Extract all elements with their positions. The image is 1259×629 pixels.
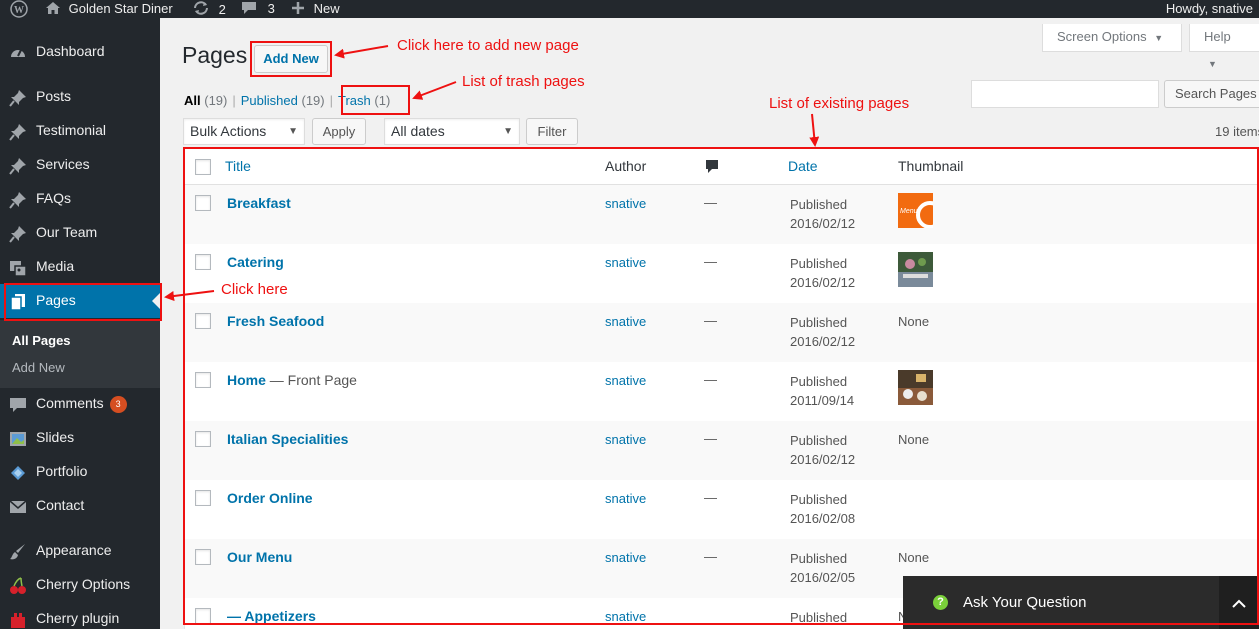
pin-icon <box>9 123 27 141</box>
menu-slides[interactable]: Slides <box>0 421 160 455</box>
slides-icon <box>9 430 27 448</box>
filter-published[interactable]: Published (19) <box>241 93 325 108</box>
media-icon <box>9 259 27 277</box>
site-name: Golden Star Diner <box>68 1 173 16</box>
comments-badge: 3 <box>109 396 127 413</box>
annotation-existing: List of existing pages <box>769 95 910 112</box>
bulk-actions-select[interactable]: Bulk Actions ▼ <box>183 118 305 145</box>
annotation-pages: Click here <box>221 281 288 298</box>
menu-contact[interactable]: Contact <box>0 489 160 523</box>
dropdown-arrow-icon: ▼ <box>503 126 513 137</box>
plus-icon <box>291 1 305 16</box>
screen-options-button[interactable]: Screen Options ▼ <box>1042 24 1182 52</box>
pin-icon <box>9 157 27 175</box>
new-label: New <box>313 1 340 16</box>
annotation-add-new: Click here to add new page <box>397 37 579 54</box>
cherry-icon <box>9 577 27 595</box>
menu-posts[interactable]: Posts <box>0 80 160 114</box>
pin-icon <box>9 225 27 243</box>
annotation-box-table <box>183 147 1259 625</box>
page-title: Pages <box>182 42 248 68</box>
help-button[interactable]: Help ▼ <box>1189 24 1259 69</box>
menu-portfolio[interactable]: Portfolio <box>0 455 160 489</box>
dashboard-icon <box>9 44 27 62</box>
search-pages-button[interactable]: Search Pages <box>1164 80 1259 108</box>
submenu-all-pages[interactable]: All Pages <box>12 333 71 348</box>
site-link[interactable]: Golden Star Diner <box>45 0 173 18</box>
filter-button[interactable]: Filter <box>526 118 578 145</box>
pin-icon <box>9 89 27 107</box>
annotation-box-trash <box>341 85 410 115</box>
updates-count: 2 <box>218 2 226 17</box>
items-count: 19 items <box>1215 124 1259 139</box>
home-icon <box>45 1 61 16</box>
caret-down-icon: ▼ <box>1208 59 1217 69</box>
plugin-icon <box>9 611 27 629</box>
menu-dashboard[interactable]: Dashboard <box>0 35 160 69</box>
mail-icon <box>9 498 27 516</box>
portfolio-icon <box>9 464 27 482</box>
comments-link[interactable]: 3 <box>241 0 275 18</box>
submenu-add-new[interactable]: Add New <box>12 360 65 375</box>
pages-submenu: All Pages Add New <box>0 320 160 388</box>
brush-icon <box>9 543 27 561</box>
dates-select[interactable]: All dates ▼ <box>384 118 520 145</box>
comments-icon <box>9 396 27 414</box>
howdy-account[interactable]: Howdy, snative <box>1166 0 1253 18</box>
search-input[interactable] <box>971 80 1159 108</box>
admin-bar: W Golden Star Diner 2 3 New Howdy, snati… <box>0 0 1259 18</box>
menu-faqs[interactable]: FAQs <box>0 182 160 216</box>
menu-comments[interactable]: Comments 3 <box>0 387 160 421</box>
menu-cherry-plugin[interactable]: Cherry plugin <box>0 602 160 629</box>
annotation-trash: List of trash pages <box>462 73 585 90</box>
pin-icon <box>9 191 27 209</box>
annotation-box-add-new <box>250 41 332 77</box>
menu-testimonial[interactable]: Testimonial <box>0 114 160 148</box>
annotation-box-pages <box>4 283 162 321</box>
wordpress-logo-icon[interactable]: W <box>10 0 28 18</box>
comment-bubble-icon <box>241 1 257 16</box>
dropdown-arrow-icon: ▼ <box>288 126 298 137</box>
menu-comments-label: Comments <box>36 395 104 411</box>
new-content-link[interactable]: New <box>291 0 340 18</box>
menu-our-team[interactable]: Our Team <box>0 216 160 250</box>
apply-button[interactable]: Apply <box>312 118 366 145</box>
comments-count: 3 <box>267 1 275 16</box>
menu-services[interactable]: Services <box>0 148 160 182</box>
menu-appearance[interactable]: Appearance <box>0 534 160 568</box>
svg-text:W: W <box>14 5 24 16</box>
admin-menu: Dashboard Posts Testimonial Services FAQ… <box>0 18 160 629</box>
caret-down-icon: ▼ <box>1154 33 1164 43</box>
updates-link[interactable]: 2 <box>192 0 226 18</box>
filter-all[interactable]: All (19) <box>184 93 227 108</box>
menu-cherry-options[interactable]: Cherry Options <box>0 568 160 602</box>
refresh-icon <box>192 1 210 17</box>
menu-media[interactable]: Media <box>0 250 160 284</box>
